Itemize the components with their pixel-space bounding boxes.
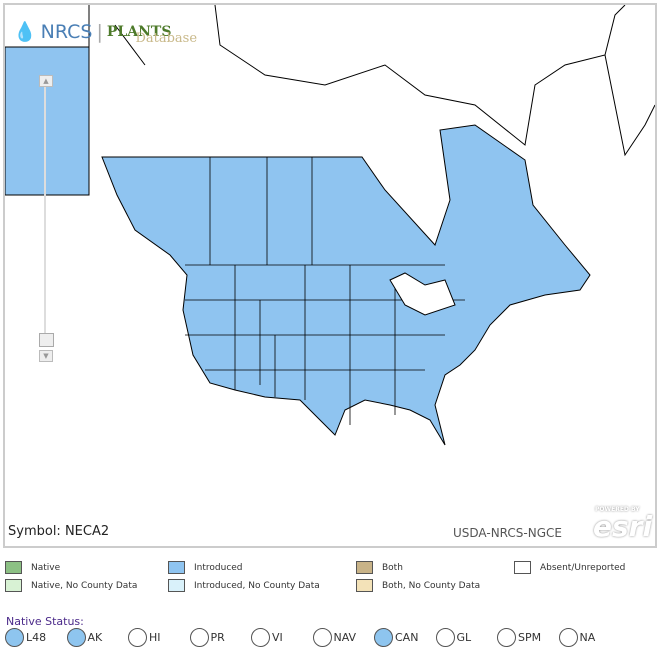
- status-ak[interactable]: AK: [66, 628, 129, 647]
- radio[interactable]: [189, 628, 209, 647]
- status-hi[interactable]: HI: [128, 628, 190, 647]
- nrcs-logo-text: NRCS: [40, 20, 93, 43]
- native-status-label: Native Status:: [6, 615, 84, 628]
- esri-powered: POWERED BY: [595, 506, 640, 513]
- radio[interactable]: [374, 628, 393, 647]
- legend-label: Absent/Unreported: [540, 562, 626, 573]
- status-can[interactable]: CAN: [374, 628, 436, 647]
- symbol-label: Symbol: NECA2: [8, 524, 110, 539]
- status-code: PR: [210, 631, 225, 644]
- legend-introduced-no-county: Introduced, No County Data: [168, 579, 320, 592]
- status-l48[interactable]: L48: [5, 628, 67, 647]
- radio[interactable]: [5, 628, 24, 647]
- swatch: [5, 579, 22, 592]
- legend-label: Both, No County Data: [382, 580, 481, 591]
- status-code: SPM: [518, 631, 542, 644]
- swatch: [514, 561, 531, 574]
- map-credit: USDA-NRCS-NGCE: [453, 526, 562, 540]
- radio[interactable]: [128, 628, 147, 647]
- status-pr[interactable]: PR: [189, 628, 252, 647]
- legend-label: Introduced, No County Data: [194, 580, 320, 591]
- distribution-map[interactable]: 💧 NRCS | PLANTS Database ▲ ▼ POWERED BY e…: [3, 3, 657, 548]
- legend-label: Native: [31, 562, 61, 573]
- database-logo-text: Database: [135, 31, 198, 46]
- radio[interactable]: [66, 628, 86, 647]
- nrcs-plants-logo: 💧 NRCS | PLANTS Database: [13, 17, 198, 47]
- radio[interactable]: [312, 628, 332, 647]
- radio[interactable]: [435, 628, 455, 647]
- status-vi[interactable]: VI: [251, 628, 313, 647]
- alaska-region: [5, 46, 90, 196]
- swatch: [356, 579, 373, 592]
- zoom-slider[interactable]: ▲ ▼: [39, 75, 54, 362]
- esri-text: esri: [593, 510, 653, 543]
- swatch: [356, 561, 373, 574]
- map-canvas[interactable]: [5, 5, 655, 546]
- status-code: CAN: [395, 631, 419, 644]
- swatch: [168, 561, 185, 574]
- status-na[interactable]: NA: [558, 628, 621, 647]
- status-code: AK: [87, 631, 103, 644]
- status-gl[interactable]: GL: [435, 628, 498, 647]
- legend-native: Native: [5, 561, 60, 574]
- zoom-in-button[interactable]: ▲: [39, 75, 53, 87]
- zoom-out-button[interactable]: ▼: [39, 350, 53, 362]
- status-code: GL: [456, 631, 472, 644]
- radio[interactable]: [497, 628, 516, 647]
- esri-logo: POWERED BY esri: [593, 506, 653, 543]
- swatch: [5, 561, 22, 574]
- legend-label: Native, No County Data: [31, 580, 138, 591]
- legend-native-no-county: Native, No County Data: [5, 579, 137, 592]
- status-code: NAV: [333, 631, 357, 644]
- status-nav[interactable]: NAV: [312, 628, 375, 647]
- legend-both-no-county: Both, No County Data: [356, 579, 480, 592]
- legend-introduced: Introduced: [168, 561, 243, 574]
- status-spm[interactable]: SPM: [497, 628, 559, 647]
- zoom-track[interactable]: [44, 87, 46, 342]
- status-code: HI: [149, 631, 161, 644]
- status-code: VI: [272, 631, 283, 644]
- legend-label: Introduced: [194, 562, 243, 573]
- native-status-options: L48 AK HI PR VI NAV CAN GL SPM NA: [5, 628, 620, 647]
- status-code: L48: [26, 631, 47, 644]
- introduced-region-canada-us: [101, 124, 591, 446]
- zoom-thumb[interactable]: [39, 333, 54, 347]
- legend-label: Both: [382, 562, 403, 573]
- logo-divider: |: [96, 20, 103, 43]
- water-drop-icon: 💧: [13, 21, 37, 43]
- legend-absent: Absent/Unreported: [514, 561, 625, 574]
- swatch: [168, 579, 185, 592]
- radio[interactable]: [251, 628, 270, 647]
- legend-both: Both: [356, 561, 403, 574]
- status-code: NA: [579, 631, 596, 644]
- radio[interactable]: [558, 628, 578, 647]
